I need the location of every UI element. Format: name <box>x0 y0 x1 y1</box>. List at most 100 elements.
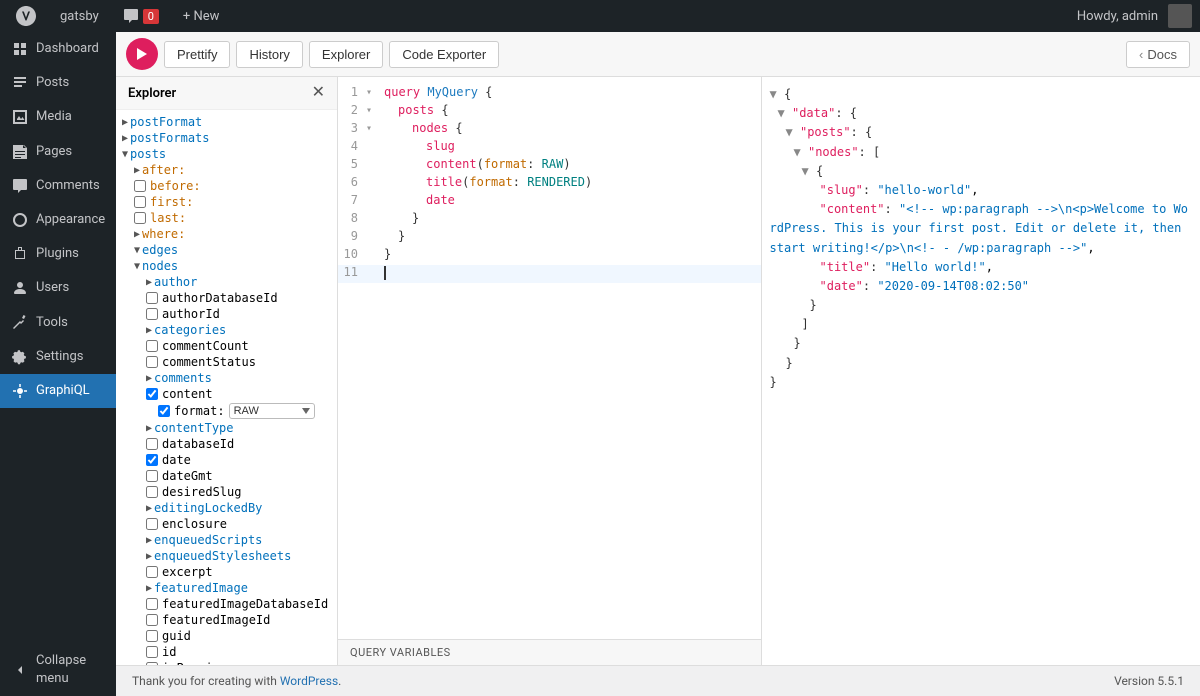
list-item[interactable]: ▼ nodes <box>116 258 337 274</box>
adminbar-site-name[interactable]: gatsby <box>52 0 107 32</box>
wordpress-link[interactable]: WordPress <box>280 674 338 688</box>
editor-line: 2 ▾ posts { <box>338 103 761 121</box>
adminbar-wp-logo[interactable] <box>8 0 44 32</box>
plugins-icon <box>12 246 28 262</box>
field-name: enclosure <box>162 517 227 531</box>
sidebar-item-pages[interactable]: Pages <box>0 135 116 169</box>
field-checkbox[interactable] <box>146 518 158 530</box>
adminbar-comments[interactable]: 0 <box>115 0 167 32</box>
tools-icon <box>12 315 28 331</box>
field-checkbox[interactable] <box>146 308 158 320</box>
sidebar-item-settings[interactable]: Settings <box>0 340 116 374</box>
list-item[interactable]: commentCount <box>116 338 337 354</box>
prettify-button[interactable]: Prettify <box>164 41 230 68</box>
arrow-icon: ▼ <box>134 245 140 256</box>
list-item[interactable]: ▼ posts <box>116 146 337 162</box>
explorer-body: ▶ postFormat ▶ postFormats ▼ posts <box>116 110 337 665</box>
editor-line-cursor: 11 <box>338 265 761 283</box>
list-item[interactable]: featuredImageId <box>116 612 337 628</box>
sidebar-item-tools[interactable]: Tools <box>0 306 116 340</box>
list-item[interactable]: ▶ after: <box>116 162 337 178</box>
list-item[interactable]: guid <box>116 628 337 644</box>
list-item[interactable]: commentStatus <box>116 354 337 370</box>
field-checkbox[interactable] <box>146 438 158 450</box>
sidebar-item-media[interactable]: Media <box>0 100 116 134</box>
list-item[interactable]: ▶ categories <box>116 322 337 338</box>
field-checkbox[interactable] <box>146 630 158 642</box>
list-item[interactable]: dateGmt <box>116 468 337 484</box>
field-name: last: <box>150 211 186 225</box>
list-item[interactable]: id <box>116 644 337 660</box>
sidebar-item-dashboard[interactable]: Dashboard <box>0 32 116 66</box>
editor-body[interactable]: 1 ▾ query MyQuery { 2 ▾ posts { 3 ▾ <box>338 77 761 639</box>
list-item[interactable]: ▶ enqueuedScripts <box>116 532 337 548</box>
list-item[interactable]: format: RAW RENDERED <box>116 402 337 420</box>
sidebar-item-label: GraphiQL <box>36 382 90 400</box>
explorer-button[interactable]: Explorer <box>309 41 383 68</box>
field-checkbox[interactable] <box>134 196 146 208</box>
field-checkbox[interactable] <box>146 486 158 498</box>
list-item[interactable]: enclosure <box>116 516 337 532</box>
field-name: postFormat <box>130 115 202 129</box>
list-item[interactable]: ▶ editingLockedBy <box>116 500 337 516</box>
list-item[interactable]: content <box>116 386 337 402</box>
field-checkbox[interactable] <box>146 340 158 352</box>
history-button[interactable]: History <box>236 41 302 68</box>
list-item[interactable]: desiredSlug <box>116 484 337 500</box>
field-name: nodes <box>142 259 178 273</box>
field-checkbox[interactable] <box>146 470 158 482</box>
format-checkbox[interactable] <box>158 405 170 417</box>
list-item[interactable]: authorId <box>116 306 337 322</box>
list-item[interactable]: ▶ postFormat <box>116 114 337 130</box>
query-variables-bar[interactable]: QUERY VARIABLES <box>338 639 761 665</box>
sidebar-item-plugins[interactable]: Plugins <box>0 237 116 271</box>
sidebar-item-comments[interactable]: Comments <box>0 169 116 203</box>
sidebar-item-graphiql[interactable]: GraphiQL <box>0 374 116 408</box>
field-checkbox[interactable] <box>146 292 158 304</box>
list-item[interactable]: ▼ edges <box>116 242 337 258</box>
content-checkbox[interactable] <box>146 388 158 400</box>
sidebar-item-appearance[interactable]: Appearance <box>0 203 116 237</box>
result-line: "slug": "hello-world", <box>770 181 1193 200</box>
list-item[interactable]: ▶ comments <box>116 370 337 386</box>
result-line: "date": "2020-09-14T08:02:50" <box>770 277 1193 296</box>
comments-count: 0 <box>143 9 159 24</box>
list-item[interactable]: ▶ enqueuedStylesheets <box>116 548 337 564</box>
list-item[interactable]: ▶ contentType <box>116 420 337 436</box>
field-name: commentStatus <box>162 355 256 369</box>
list-item[interactable]: ▶ author <box>116 274 337 290</box>
field-checkbox[interactable] <box>146 356 158 368</box>
docs-button[interactable]: ‹ Docs <box>1126 41 1190 68</box>
list-item[interactable]: ▶ postFormats <box>116 130 337 146</box>
new-label: + New <box>183 9 220 24</box>
field-checkbox[interactable] <box>134 212 146 224</box>
adminbar-new[interactable]: + New <box>175 0 228 32</box>
list-item[interactable]: before: <box>116 178 337 194</box>
editor-line: 6 title(format: RENDERED) <box>338 175 761 193</box>
list-item[interactable]: last: <box>116 210 337 226</box>
sidebar-item-collapse[interactable]: Collapse menu <box>0 644 116 696</box>
list-item[interactable]: excerpt <box>116 564 337 580</box>
list-item[interactable]: date <box>116 452 337 468</box>
field-checkbox[interactable] <box>146 646 158 658</box>
list-item[interactable]: ▶ where: <box>116 226 337 242</box>
list-item[interactable]: ▶ featuredImage <box>116 580 337 596</box>
field-checkbox[interactable] <box>134 180 146 192</box>
list-item[interactable]: featuredImageDatabaseId <box>116 596 337 612</box>
field-checkbox[interactable] <box>146 598 158 610</box>
field-checkbox[interactable] <box>146 614 158 626</box>
appearance-icon <box>12 212 28 228</box>
format-select[interactable]: RAW RENDERED <box>229 403 315 419</box>
list-item[interactable]: first: <box>116 194 337 210</box>
code-exporter-button[interactable]: Code Exporter <box>389 41 499 68</box>
date-checkbox[interactable] <box>146 454 158 466</box>
field-checkbox[interactable] <box>146 566 158 578</box>
field-name: databaseId <box>162 437 234 451</box>
list-item[interactable]: authorDatabaseId <box>116 290 337 306</box>
explorer-close-button[interactable]: ✕ <box>312 85 325 101</box>
sidebar-item-posts[interactable]: Posts <box>0 66 116 100</box>
execute-button[interactable] <box>126 38 158 70</box>
editor-line: 8 } <box>338 211 761 229</box>
sidebar-item-users[interactable]: Users <box>0 271 116 305</box>
list-item[interactable]: databaseId <box>116 436 337 452</box>
